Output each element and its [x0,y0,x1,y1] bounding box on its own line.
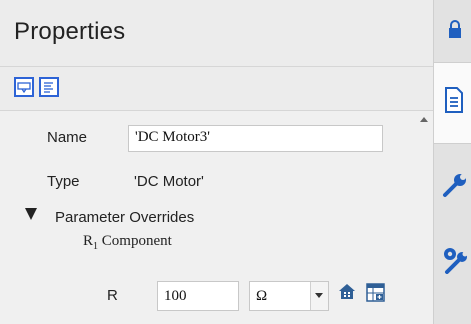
comment-icon [17,82,31,94]
name-label: Name [47,129,88,146]
chevron-down-icon [315,293,323,298]
right-tab-strip [433,0,471,324]
tab-tools[interactable] [434,144,471,224]
page-title: Properties [14,18,126,45]
lock-icon [449,20,461,38]
toolbar [0,67,433,111]
name-field[interactable]: 'DC Motor3' [128,125,383,152]
wrench-gear-icon [444,248,468,274]
type-label: Type [47,173,80,190]
vertical-scrollbar[interactable] [416,111,433,324]
text-view-button[interactable] [39,77,59,97]
r-unit-value: Ω [256,288,268,304]
properties-window: Properties Name 'DC Motor3' Type 'DC Mot… [0,0,471,324]
document-icon [445,87,463,113]
component-prefix: R [83,233,94,249]
wrench-icon [443,174,466,197]
text-lines-icon [44,82,53,93]
table-add-icon[interactable] [366,283,386,303]
tab-lock[interactable] [434,0,471,62]
r-label: R [107,287,118,304]
type-value: 'DC Motor' [134,173,204,190]
tab-document[interactable] [434,62,471,144]
properties-content: Name 'DC Motor3' Type 'DC Motor' Paramet… [0,111,416,324]
r-unit-select[interactable]: Ω [249,281,329,311]
tab-tools-settings[interactable] [434,224,471,284]
home-icon[interactable] [338,283,356,301]
component-suffix: Component [98,233,172,249]
section-label: Parameter Overrides [55,209,195,226]
scroll-up-arrow-icon[interactable] [420,117,428,122]
comment-view-button[interactable] [14,77,34,97]
panel-header: Properties [0,0,433,66]
r-value-field[interactable]: 100 [157,281,239,311]
unit-dropdown-button[interactable] [310,282,328,310]
component-heading: R1 Component [83,233,172,252]
properties-panel: Properties Name 'DC Motor3' Type 'DC Mot… [0,0,433,324]
collapse-triangle-icon[interactable] [25,208,37,220]
